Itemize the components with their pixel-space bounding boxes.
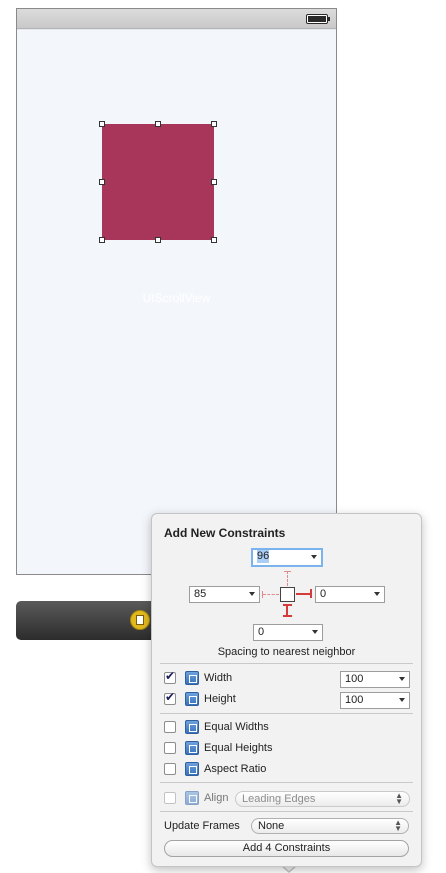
height-label: Height bbox=[204, 693, 236, 705]
equal-heights-icon bbox=[185, 741, 199, 755]
height-row: Height 100 bbox=[164, 690, 412, 709]
chevron-down-icon[interactable] bbox=[399, 698, 405, 702]
align-label: Align bbox=[204, 792, 229, 804]
resize-handle-bottom[interactable] bbox=[155, 237, 161, 243]
chevron-down-icon[interactable] bbox=[399, 677, 405, 681]
align-row: Align Leading Edges ▲ ▼ bbox=[164, 791, 412, 807]
up-down-icon: ▲ ▼ bbox=[395, 791, 403, 806]
width-value: 100 bbox=[345, 673, 364, 685]
equal-widths-checkbox[interactable] bbox=[164, 721, 176, 733]
battery-icon bbox=[306, 14, 330, 24]
chevron-down-icon[interactable] bbox=[312, 630, 318, 634]
align-icon bbox=[185, 791, 199, 805]
resize-handle-top-left[interactable] bbox=[99, 121, 105, 127]
height-value-field[interactable]: 100 bbox=[340, 692, 410, 709]
aspect-ratio-label: Aspect Ratio bbox=[204, 763, 267, 775]
aspect-ratio-row: Aspect Ratio bbox=[164, 762, 364, 778]
right-strut-cap[interactable] bbox=[310, 589, 312, 598]
resize-handle-right[interactable] bbox=[211, 179, 217, 185]
resize-handle-bottom-left[interactable] bbox=[99, 237, 105, 243]
aspect-ratio-checkbox[interactable] bbox=[164, 763, 176, 775]
height-checkbox[interactable] bbox=[164, 690, 176, 705]
divider bbox=[160, 811, 413, 812]
spacing-label: Spacing to nearest neighbor bbox=[217, 646, 356, 658]
spacing-top-value: 96 bbox=[257, 550, 270, 563]
resize-handle-top[interactable] bbox=[155, 121, 161, 127]
scene-dock bbox=[16, 601, 156, 640]
divider bbox=[160, 782, 413, 783]
update-frames-select[interactable]: None ▲ ▼ bbox=[251, 818, 409, 834]
scrollview-label: UIScrollView bbox=[142, 291, 211, 305]
selected-view[interactable] bbox=[102, 124, 214, 240]
width-label: Width bbox=[204, 672, 233, 684]
resize-handle-bottom-right[interactable] bbox=[211, 237, 217, 243]
add-constraints-popover: Add New Constraints 96 85 0 0 Spacing to… bbox=[151, 513, 422, 867]
spacing-right-value: 0 bbox=[320, 588, 327, 600]
equal-heights-label: Equal Heights bbox=[204, 742, 273, 754]
status-bar bbox=[17, 9, 336, 29]
chevron-down-icon[interactable] bbox=[249, 592, 255, 596]
aspect-ratio-icon bbox=[185, 762, 199, 776]
resize-handle-top-right[interactable] bbox=[211, 121, 217, 127]
resize-handle-left[interactable] bbox=[99, 179, 105, 185]
align-select-value: Leading Edges bbox=[242, 793, 316, 805]
height-value: 100 bbox=[345, 694, 364, 706]
height-icon bbox=[185, 692, 199, 706]
equal-heights-checkbox[interactable] bbox=[164, 742, 176, 754]
width-row: Width 100 bbox=[164, 669, 412, 688]
divider bbox=[160, 663, 413, 664]
spacing-bottom-field[interactable]: 0 bbox=[253, 624, 323, 641]
update-frames-label: Update Frames bbox=[164, 820, 240, 832]
spacing-top-field[interactable]: 96 bbox=[251, 548, 323, 567]
divider bbox=[160, 713, 413, 714]
spacing-left-value: 85 bbox=[194, 588, 207, 600]
chevron-down-icon[interactable] bbox=[374, 592, 380, 596]
equal-widths-row: Equal Widths bbox=[164, 720, 364, 736]
popover-title: Add New Constraints bbox=[164, 526, 286, 540]
spacing-right-field[interactable]: 0 bbox=[315, 586, 385, 603]
width-checkbox[interactable] bbox=[164, 669, 176, 684]
align-select[interactable]: Leading Edges ▲ ▼ bbox=[235, 791, 410, 807]
equal-widths-label: Equal Widths bbox=[204, 721, 269, 733]
constraint-target-square bbox=[280, 587, 295, 602]
chevron-down-icon[interactable] bbox=[311, 555, 317, 559]
align-checkbox[interactable] bbox=[164, 792, 176, 804]
left-strut[interactable] bbox=[263, 594, 279, 595]
spacing-bottom-value: 0 bbox=[258, 626, 265, 638]
width-value-field[interactable]: 100 bbox=[340, 671, 410, 688]
top-strut[interactable] bbox=[287, 571, 288, 586]
up-down-icon: ▲ ▼ bbox=[394, 818, 402, 833]
width-icon bbox=[185, 671, 199, 685]
view-controller-icon[interactable] bbox=[130, 610, 150, 630]
spacing-left-field[interactable]: 85 bbox=[189, 586, 260, 603]
bottom-strut-cap[interactable] bbox=[283, 615, 292, 617]
equal-heights-row: Equal Heights bbox=[164, 741, 364, 757]
equal-widths-icon bbox=[185, 720, 199, 734]
view-edge-line bbox=[17, 29, 336, 30]
scroll-view-canvas[interactable]: UIScrollView bbox=[16, 8, 337, 575]
add-constraints-button[interactable]: Add 4 Constraints bbox=[164, 840, 409, 857]
update-frames-value: None bbox=[258, 820, 285, 832]
